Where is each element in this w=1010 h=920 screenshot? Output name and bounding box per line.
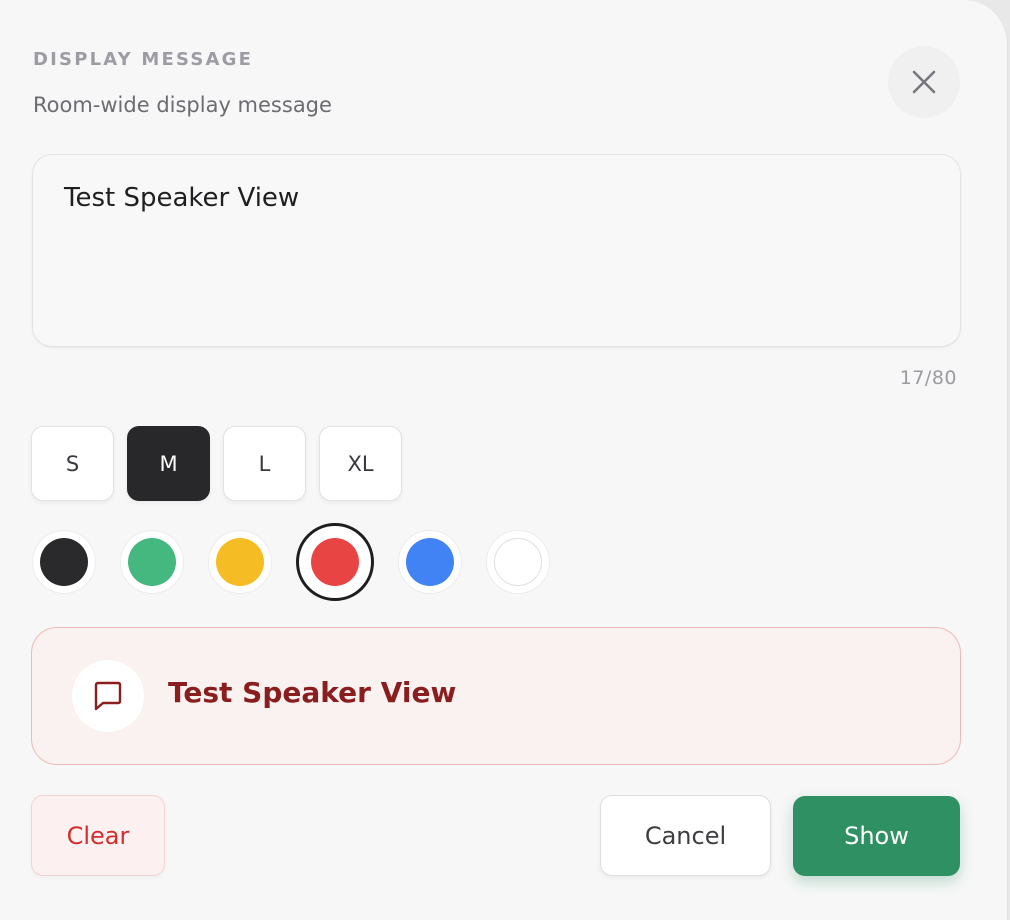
message-input[interactable] — [32, 154, 961, 347]
color-selector — [32, 523, 550, 601]
size-m-button[interactable]: M — [127, 426, 210, 501]
character-counter: 17/80 — [899, 367, 957, 389]
close-icon — [912, 70, 936, 94]
size-l-button[interactable]: L — [223, 426, 306, 501]
close-button[interactable] — [888, 46, 960, 118]
color-swatch-white[interactable] — [486, 530, 550, 594]
dialog-subtitle: Room-wide display message — [33, 93, 332, 117]
color-swatch-green[interactable] — [120, 530, 184, 594]
message-preview: Test Speaker View — [31, 627, 961, 765]
display-message-dialog: DISPLAY MESSAGE Room-wide display messag… — [0, 0, 1008, 920]
show-button[interactable]: Show — [793, 796, 960, 876]
size-selector: S M L XL — [31, 426, 402, 501]
color-swatch-black[interactable] — [32, 530, 96, 594]
color-swatch-yellow[interactable] — [208, 530, 272, 594]
preview-text: Test Speaker View — [168, 676, 457, 709]
color-swatch-blue[interactable] — [398, 530, 462, 594]
color-swatch-red[interactable] — [296, 523, 374, 601]
preview-icon-wrapper — [72, 660, 144, 732]
cancel-button[interactable]: Cancel — [600, 795, 771, 876]
size-xl-button[interactable]: XL — [319, 426, 402, 501]
size-s-button[interactable]: S — [31, 426, 114, 501]
clear-button[interactable]: Clear — [31, 795, 165, 876]
chat-bubble-icon — [94, 681, 122, 711]
dialog-eyebrow: DISPLAY MESSAGE — [33, 49, 254, 70]
